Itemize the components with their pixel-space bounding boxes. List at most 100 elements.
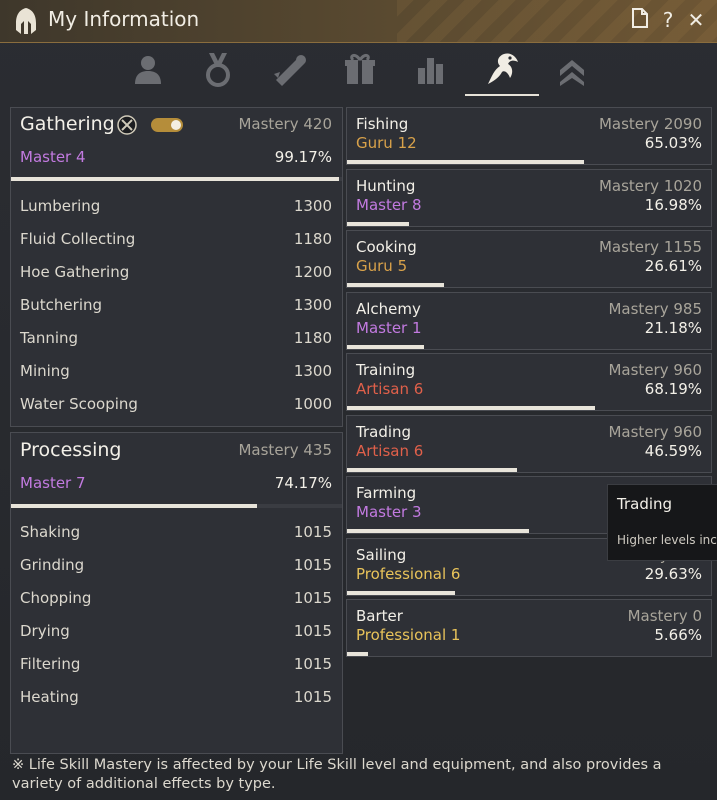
skill-name: Barter (356, 607, 403, 625)
gathering-row[interactable]: Fluid Collecting 1180 (20, 230, 332, 254)
skill-progress-fill (347, 467, 517, 472)
trading-tooltip: Trading Higher levels incre (607, 484, 717, 561)
row-label: Water Scooping (20, 395, 138, 413)
skill-level: Artisan 6 (356, 380, 424, 398)
skill-level: Master 8 (356, 195, 422, 214)
chevrons-up-icon[interactable] (550, 49, 594, 89)
processing-mastery: Mastery 435 (238, 441, 332, 459)
gathering-row[interactable]: Lumbering 1300 (20, 197, 332, 221)
row-value: 1015 (293, 622, 332, 640)
processing-row[interactable]: Shaking 1015 (20, 523, 332, 547)
skill-card-fishing[interactable]: Fishing Mastery 2090 Guru 12 65.03% (346, 107, 712, 165)
window-title: My Information (48, 7, 200, 31)
footer-note: ※ Life Skill Mastery is affected by your… (12, 757, 662, 792)
row-value: 1180 (293, 329, 332, 347)
processing-panel: Processing Mastery 435 Master 7 74.17% S… (10, 432, 343, 754)
dragon-icon[interactable] (480, 49, 524, 89)
row-label: Lumbering (20, 197, 101, 215)
row-value: 1300 (293, 362, 332, 380)
active-tab-underline (465, 94, 539, 96)
row-label: Butchering (20, 296, 103, 314)
help-button[interactable]: ? (656, 8, 680, 32)
tab-bar (0, 43, 717, 97)
gathering-row[interactable]: Hoe Gathering 1200 (20, 263, 332, 287)
gathering-row[interactable]: Water Scooping 1000 (20, 395, 332, 419)
skill-mastery: Mastery 1020 (598, 176, 702, 195)
skill-name: Farming (356, 484, 417, 502)
gathering-toggle[interactable] (151, 118, 183, 132)
skill-progress-fill (347, 590, 455, 595)
skill-level: Professional 6 (356, 564, 461, 583)
scroll-icon[interactable] (268, 49, 312, 89)
tooltip-title: Trading (617, 495, 673, 513)
gathering-row[interactable]: Butchering 1300 (20, 296, 332, 320)
gift-icon[interactable] (338, 49, 382, 89)
close-button[interactable]: ✕ (684, 8, 708, 32)
gathering-progress-bar (11, 177, 342, 181)
bar-chart-icon[interactable] (408, 49, 452, 89)
gathering-progress-fill (11, 177, 340, 181)
skill-percent: 65.03% (644, 134, 702, 152)
processing-level: Master 7 (20, 474, 86, 492)
processing-title: Processing (20, 439, 122, 461)
skill-card-trading[interactable]: Trading Mastery 960 Artisan 6 46.59% (346, 414, 712, 473)
gathering-mastery: Mastery 420 (238, 115, 332, 133)
processing-row[interactable]: Chopping 1015 (20, 589, 332, 613)
processing-row[interactable]: Drying 1015 (20, 622, 332, 646)
skill-name: Hunting (356, 176, 416, 195)
medal-icon[interactable] (196, 49, 240, 89)
skill-card-alchemy[interactable]: Alchemy Mastery 985 Master 1 21.18% (346, 291, 712, 350)
skill-name: Sailing (356, 545, 407, 564)
gathering-title: Gathering (20, 113, 115, 135)
my-information-window: My Information ? ✕ Gathering Mastery 420… (0, 0, 717, 800)
skill-card-cooking[interactable]: Cooking Mastery 1155 Guru 5 26.61% (346, 230, 712, 288)
row-value: 1015 (293, 523, 332, 541)
skill-level: Artisan 6 (356, 441, 424, 460)
skill-level: Guru 12 (356, 134, 417, 152)
processing-row[interactable]: Grinding 1015 (20, 556, 332, 580)
gathering-row[interactable]: Tanning 1180 (20, 329, 332, 353)
row-label: Shaking (20, 523, 81, 541)
tooltip-body: Higher levels incre (617, 533, 717, 547)
skill-percent: 68.19% (644, 380, 702, 398)
gathering-percent: 99.17% (274, 148, 332, 166)
document-icon[interactable] (628, 8, 652, 32)
skill-mastery: Mastery 960 (608, 361, 702, 379)
skill-level: Guru 5 (356, 257, 408, 275)
skill-card-hunting[interactable]: Hunting Mastery 1020 Master 8 16.98% (346, 168, 712, 227)
skill-progress-fill (347, 221, 409, 226)
title-bar[interactable]: My Information ? ✕ (0, 0, 717, 43)
row-label: Drying (20, 622, 70, 640)
skill-card-barter[interactable]: Barter Mastery 0 Professional 1 5.66% (346, 599, 712, 657)
processing-row[interactable]: Filtering 1015 (20, 655, 332, 679)
skill-progress-fill (347, 529, 529, 533)
row-value: 1180 (293, 230, 332, 248)
skill-level: Professional 1 (356, 626, 461, 644)
row-label: Hoe Gathering (20, 263, 130, 281)
processing-progress-bar (11, 504, 342, 508)
skill-level: Master 1 (356, 318, 422, 337)
skill-percent: 5.66% (654, 626, 702, 644)
person-icon[interactable] (126, 49, 170, 89)
processing-row[interactable]: Heating 1015 (20, 688, 332, 712)
skill-name: Alchemy (356, 299, 421, 318)
skill-progress-fill (347, 283, 444, 287)
skill-mastery: Mastery 0 (627, 607, 702, 625)
skill-level: Master 3 (356, 503, 422, 521)
skill-name: Fishing (356, 115, 409, 133)
toggle-knob (171, 120, 181, 130)
helmet-icon (16, 8, 36, 34)
row-value: 1015 (293, 589, 332, 607)
row-label: Heating (20, 688, 79, 706)
skill-mastery: Mastery 2090 (598, 115, 702, 133)
gathering-level: Master 4 (20, 148, 86, 166)
skill-card-training[interactable]: Training Mastery 960 Artisan 6 68.19% (346, 353, 712, 411)
skill-progress-fill (347, 344, 425, 349)
gathering-row[interactable]: Mining 1300 (20, 362, 332, 386)
row-value: 1015 (293, 556, 332, 574)
processing-percent: 74.17% (274, 474, 332, 492)
row-value: 1000 (293, 395, 332, 413)
row-value: 1300 (293, 296, 332, 314)
row-value: 1300 (293, 197, 332, 215)
row-label: Fluid Collecting (20, 230, 136, 248)
